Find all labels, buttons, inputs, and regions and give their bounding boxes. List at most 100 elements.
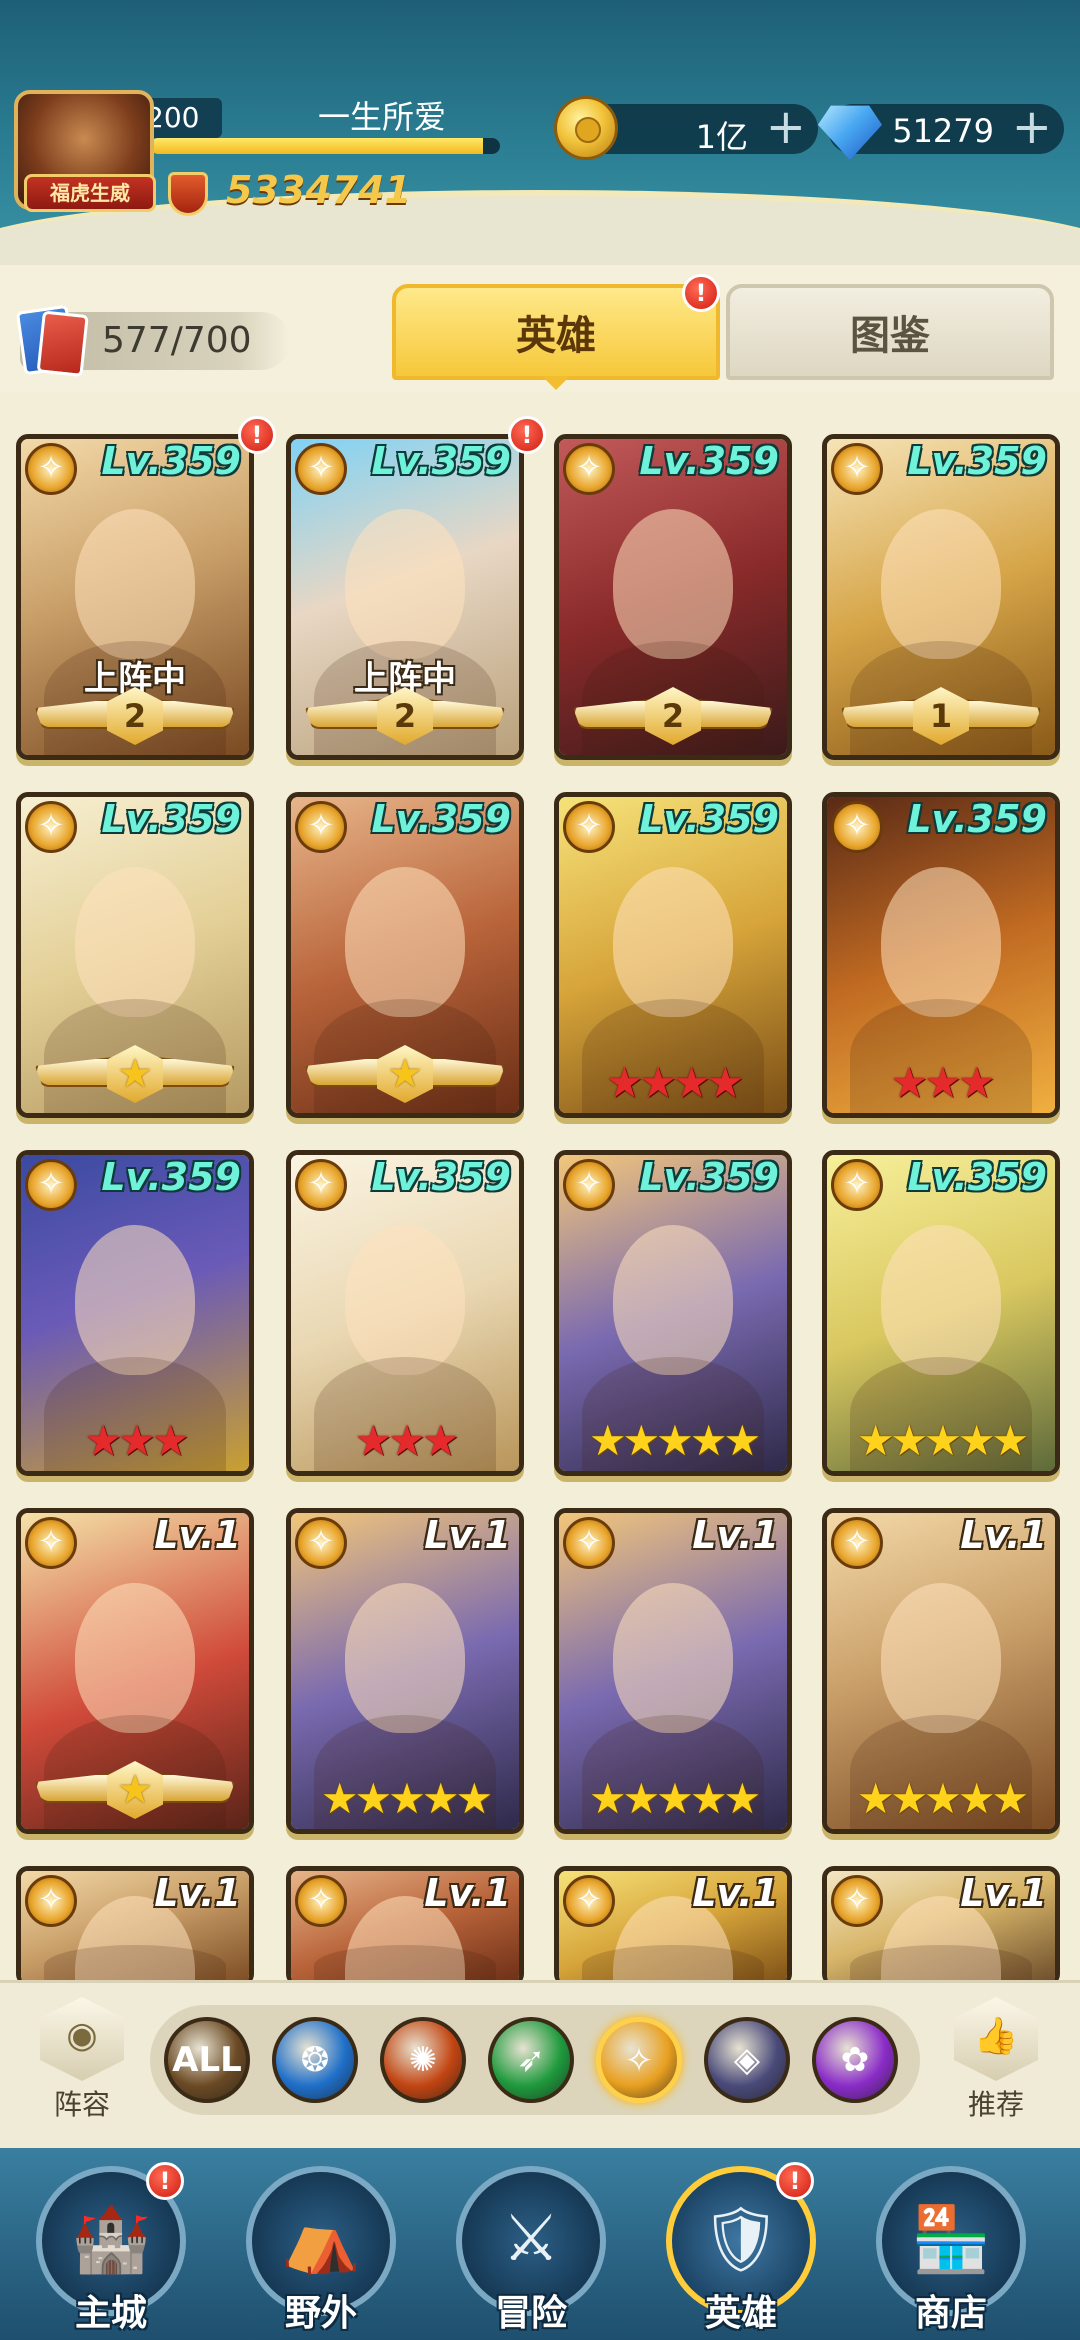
gem-value: 51279: [892, 112, 994, 150]
hero-level: Lv.359: [101, 1155, 241, 1199]
nav-home[interactable]: 🏰 主城!: [26, 2162, 196, 2340]
hero-card[interactable]: Lv.1: [822, 1866, 1060, 1980]
hero-level: Lv.359: [371, 1155, 511, 1199]
filter-arcane-icon[interactable]: ✿: [812, 2017, 898, 2103]
rank-wing-badge: ★: [35, 1045, 235, 1105]
hero-card[interactable]: Lv.359 ★★★: [16, 1150, 254, 1476]
wing-left: [573, 699, 651, 729]
rank-value: ★: [107, 1761, 163, 1819]
combat-power-icon: [168, 172, 208, 216]
recommend-button[interactable]: 👍 推荐: [946, 1997, 1046, 2121]
rank-wing-badge: ★: [305, 1045, 505, 1105]
light-faction-icon: [563, 1875, 615, 1927]
hero-star-rating: ★★★★: [605, 1058, 745, 1107]
hero-card[interactable]: Lv.1 ★★★★★: [554, 1508, 792, 1834]
hero-level: Lv.1: [154, 1513, 241, 1557]
hero-alert-icon: !: [238, 416, 276, 454]
wing-left: [305, 1057, 383, 1087]
nav-alert-icon: !: [146, 2162, 184, 2200]
light-faction-icon: [563, 1159, 615, 1211]
hero-level: Lv.1: [960, 1871, 1047, 1915]
hero-card[interactable]: Lv.1: [16, 1866, 254, 1980]
light-faction-icon: [25, 443, 77, 495]
hero-card[interactable]: Lv.359 2: [554, 434, 792, 760]
light-faction-icon: [25, 1875, 77, 1927]
combat-power-value: 5334741: [226, 168, 412, 212]
light-faction-icon: [831, 1517, 883, 1569]
rank-wing-badge: 2: [35, 687, 235, 747]
coin-counter: 1亿 +: [554, 96, 818, 160]
nav-heroes[interactable]: 🛡 英雄!: [656, 2162, 826, 2340]
wing-left: [35, 1057, 113, 1087]
diamond-icon: [818, 105, 882, 160]
hero-star-rating: ★★★★★: [856, 1774, 1029, 1823]
hero-card[interactable]: Lv.359 ★★★: [286, 1150, 524, 1476]
tab-codex[interactable]: 图鉴: [726, 284, 1054, 380]
hero-star-rating: ★★★: [84, 1416, 190, 1465]
wing-right: [157, 699, 235, 729]
hero-level: Lv.359: [907, 1155, 1047, 1199]
nav-label: 英雄: [704, 2293, 777, 2334]
hero-card[interactable]: Lv.1 ★★★★★: [822, 1508, 1060, 1834]
hero-card[interactable]: Lv.359 ★: [286, 792, 524, 1118]
coin-value: 1亿: [695, 118, 748, 156]
filter-water-icon[interactable]: ❂: [272, 2017, 358, 2103]
hero-card[interactable]: Lv.359 1: [822, 434, 1060, 760]
light-faction-icon: [25, 1159, 77, 1211]
hero-level: Lv.359: [371, 797, 511, 841]
light-faction-icon: [831, 443, 883, 495]
hero-level: Lv.359: [639, 1155, 779, 1199]
wing-right: [695, 699, 773, 729]
xp-bar: [150, 138, 500, 154]
hero-card[interactable]: Lv.359 ★★★★: [554, 792, 792, 1118]
filter-all-button[interactable]: ALL: [164, 2017, 250, 2103]
filter-fire-icon[interactable]: ✺: [380, 2017, 466, 2103]
hero-card[interactable]: Lv.359上阵中2: [16, 434, 254, 760]
lineup-label: 阵容: [53, 2088, 110, 2121]
nav-shop[interactable]: 🏪 商店: [866, 2166, 1036, 2340]
hero-card[interactable]: Lv.1 ★: [16, 1508, 254, 1834]
rank-wing-badge: ★: [35, 1761, 235, 1821]
nav-label: 商店: [914, 2293, 987, 2334]
hero-card[interactable]: Lv.359上阵中2: [286, 434, 524, 760]
tab-heroes[interactable]: 英雄: [392, 284, 720, 390]
wing-right: [157, 1057, 235, 1087]
add-coins-button[interactable]: +: [766, 102, 806, 152]
nav-label: 主城: [74, 2293, 147, 2334]
filter-wind-icon[interactable]: ➶: [488, 2017, 574, 2103]
hero-star-rating: ★★★: [354, 1416, 460, 1465]
filter-dark-icon[interactable]: ◈: [704, 2017, 790, 2103]
gem-counter: 51279 +: [818, 102, 1064, 160]
bottom-navigation: 🏰 主城! ⛺ 野外 ⚔ 冒险 🛡 英雄! 🏪 商店: [0, 2148, 1080, 2340]
hero-star-rating: ★★★: [890, 1058, 996, 1107]
lineup-shield-icon: ◉: [40, 1997, 124, 2081]
hero-card[interactable]: Lv.359 ★★★★★: [822, 1150, 1060, 1476]
hero-card[interactable]: Lv.359 ★★★: [822, 792, 1060, 1118]
light-faction-icon: [295, 1517, 347, 1569]
rank-value: 2: [645, 687, 701, 745]
add-gems-button[interactable]: +: [1012, 102, 1052, 152]
nav-adventure[interactable]: ⚔ 冒险: [446, 2166, 616, 2340]
hero-star-rating: ★★★★★: [320, 1774, 493, 1823]
hero-card[interactable]: Lv.1: [286, 1866, 524, 1980]
wing-right: [427, 1057, 505, 1087]
recommend-label: 推荐: [967, 2088, 1024, 2121]
wing-right: [427, 699, 505, 729]
filter-light-icon[interactable]: ✧: [596, 2017, 682, 2103]
rank-value: 2: [107, 687, 163, 745]
hero-level: Lv.359: [907, 797, 1047, 841]
rank-wing-badge: 2: [573, 687, 773, 747]
hero-card[interactable]: Lv.359 ★★★★★: [554, 1150, 792, 1476]
rank-wing-badge: 1: [841, 687, 1041, 747]
hero-card[interactable]: Lv.1 ★★★★★: [286, 1508, 524, 1834]
nav-label: 冒险: [494, 2293, 567, 2334]
hero-card[interactable]: Lv.359 ★: [16, 792, 254, 1118]
light-faction-icon: [295, 1875, 347, 1927]
nav-field[interactable]: ⛺ 野外: [236, 2166, 406, 2340]
rank-value: 2: [377, 687, 433, 745]
nav-alert-icon: !: [776, 2162, 814, 2200]
lineup-button[interactable]: ◉ 阵容: [32, 1997, 132, 2121]
hero-level: Lv.359: [101, 797, 241, 841]
hero-card[interactable]: Lv.1: [554, 1866, 792, 1980]
hero-level: Lv.1: [692, 1513, 779, 1557]
